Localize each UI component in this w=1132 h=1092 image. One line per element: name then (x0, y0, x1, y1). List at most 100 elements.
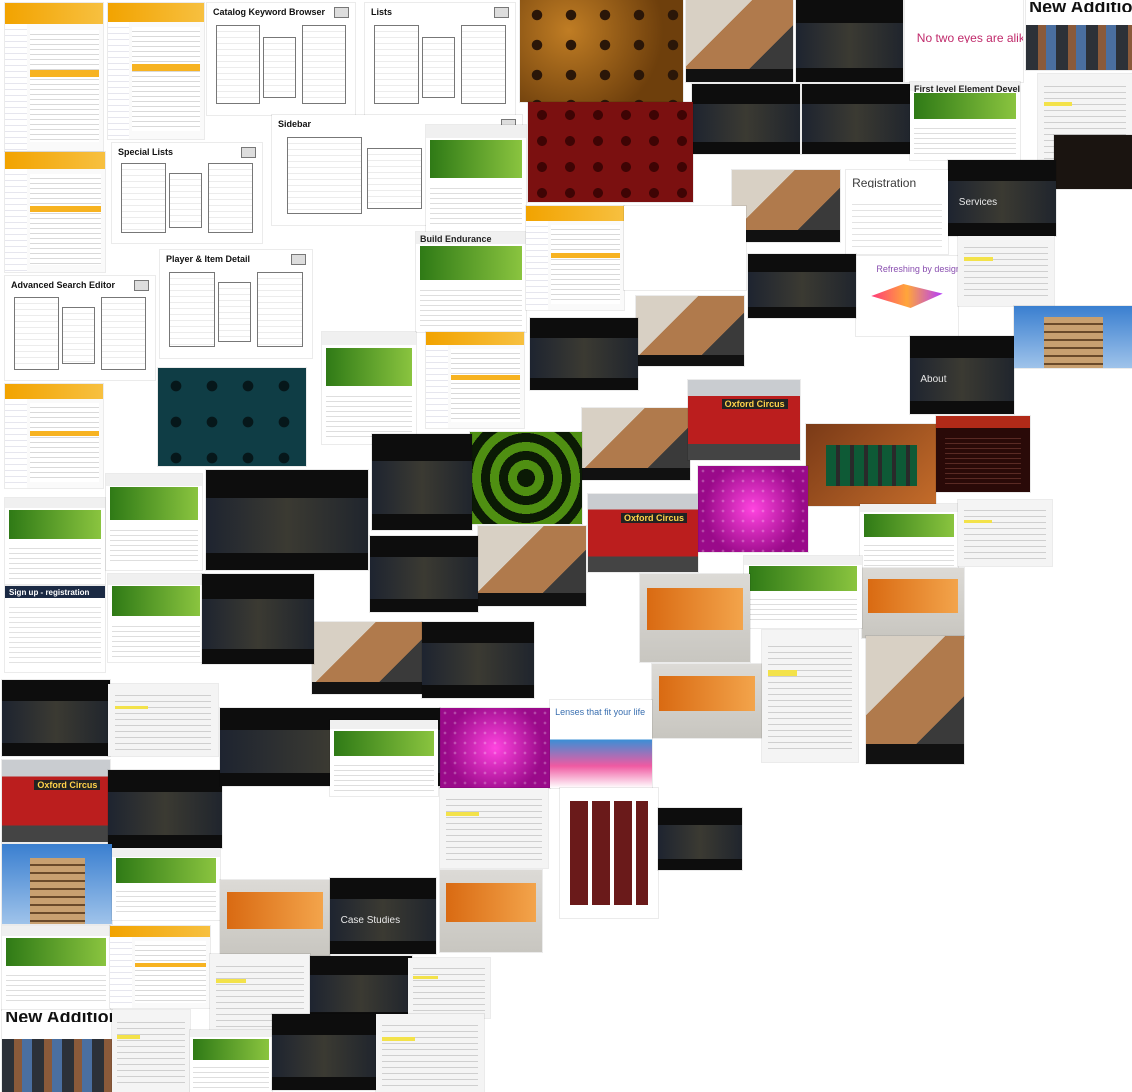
site-tile[interactable] (2, 926, 110, 1010)
site-tile[interactable] (5, 498, 105, 584)
list-tile[interactable] (376, 1014, 484, 1092)
list-tile[interactable] (762, 630, 858, 762)
doc-tile[interactable] (5, 384, 103, 488)
list-tile[interactable] (112, 1010, 190, 1092)
dragonfly-tile[interactable]: Refreshing by design (856, 256, 958, 336)
dark-site-tile[interactable]: Services (948, 160, 1056, 236)
wireframe-tile[interactable]: Special Lists (112, 143, 262, 243)
hl-block (382, 1037, 415, 1042)
photo-tile[interactable] (2, 844, 112, 924)
dark-site-tile[interactable]: About (910, 336, 1014, 414)
site-tile[interactable] (426, 125, 526, 235)
rows-block (30, 173, 101, 265)
strip-block (312, 682, 422, 694)
lines-block (748, 594, 858, 624)
registration-tile[interactable]: Registration (846, 170, 948, 254)
dark-site-tile[interactable] (796, 0, 903, 82)
photo-tile[interactable] (732, 170, 840, 242)
dark-site-tile[interactable] (206, 470, 368, 570)
bar-block (30, 206, 101, 212)
box-block (263, 36, 296, 99)
grey-site-tile[interactable] (440, 870, 542, 952)
pattern-tile[interactable] (158, 368, 306, 466)
photo-tile[interactable] (312, 622, 422, 694)
dark-site-tile[interactable] (936, 416, 1030, 492)
dark-site-tile[interactable] (692, 84, 800, 154)
grey-site-tile[interactable] (640, 574, 750, 662)
bus-tile[interactable]: Oxford Circus (588, 494, 698, 572)
photo-tile[interactable] (1014, 306, 1132, 368)
panel-block (658, 675, 756, 712)
hero-block (863, 513, 955, 537)
wireframe-tile[interactable]: Catalog Keyword Browser (207, 3, 355, 115)
rows-block (132, 27, 201, 131)
site-tile[interactable] (744, 556, 862, 628)
dark-site-tile[interactable] (202, 574, 314, 664)
pattern-tile[interactable] (528, 102, 693, 202)
site-tile[interactable]: Build Endurance (416, 232, 526, 332)
lines-block (767, 640, 853, 752)
dark-site-tile[interactable] (370, 536, 478, 612)
site-tile[interactable] (106, 474, 202, 570)
site-tile[interactable] (330, 720, 438, 796)
pattern-tile[interactable] (698, 466, 808, 552)
grey-site-tile[interactable] (220, 880, 330, 956)
dark-site-tile[interactable] (422, 622, 534, 698)
list-tile[interactable] (958, 500, 1052, 566)
dark-site-tile[interactable] (1054, 135, 1132, 189)
dark-site-tile[interactable] (530, 318, 638, 390)
signup-tile[interactable]: Sign up - registration (5, 586, 105, 672)
grey-site-tile[interactable] (862, 568, 964, 638)
bus-tile[interactable]: Oxford Circus (688, 380, 800, 460)
wireframe-tile[interactable]: Player & Item Detail (160, 250, 312, 358)
site-tile[interactable] (112, 848, 220, 920)
site-tile[interactable] (322, 332, 416, 444)
photo-tile[interactable] (806, 424, 936, 506)
additions-tile[interactable]: New Additions (1026, 0, 1132, 70)
panel-block (446, 883, 536, 923)
dark-site-tile[interactable] (748, 254, 856, 318)
box-block (287, 137, 362, 214)
tile-caption: Oxford Circus (621, 512, 688, 523)
dark-site-tile[interactable] (658, 808, 742, 870)
photo-tile[interactable] (582, 408, 690, 480)
doc-tile[interactable] (108, 3, 204, 139)
wireframe-tile[interactable]: Advanced Search Editor (5, 276, 155, 380)
site-tile[interactable] (108, 574, 204, 662)
wireframe-tile[interactable]: Lists (365, 3, 515, 115)
portrait-tile[interactable] (624, 206, 746, 290)
dark-site-tile[interactable] (2, 680, 110, 756)
list-tile[interactable] (108, 684, 218, 756)
doc-tile[interactable] (110, 926, 210, 1008)
photo-tile[interactable] (866, 636, 964, 764)
doc-tile[interactable] (5, 152, 105, 272)
pattern-tile[interactable] (520, 0, 683, 102)
bus-tile[interactable]: Oxford Circus (2, 760, 110, 842)
photo-tile[interactable] (686, 0, 793, 82)
dark-site-tile[interactable]: Case Studies (330, 878, 436, 954)
list-tile[interactable] (440, 788, 548, 868)
doc-tile[interactable] (5, 3, 103, 151)
pattern-tile[interactable] (470, 432, 582, 524)
strip-block (582, 468, 690, 480)
doc-tile[interactable] (426, 332, 524, 428)
dark-site-tile[interactable] (372, 434, 472, 530)
dark-site-tile[interactable] (802, 84, 910, 154)
site-tile[interactable] (860, 504, 958, 572)
city-tile[interactable]: Lenses that fit your life (550, 700, 652, 788)
pattern-tile[interactable] (560, 788, 658, 918)
site-tile[interactable] (190, 1030, 272, 1092)
list-tile[interactable] (958, 236, 1054, 306)
dark-site-tile[interactable] (272, 1014, 376, 1090)
list-tile[interactable] (408, 958, 490, 1018)
grey-site-tile[interactable] (652, 664, 762, 738)
additions-tile[interactable]: New Additions (2, 1010, 112, 1092)
doc-tile[interactable] (526, 206, 624, 310)
top-block (936, 416, 1030, 429)
photo-tile[interactable] (478, 526, 586, 606)
photo-tile[interactable] (636, 296, 744, 366)
ad-tile[interactable]: No two eyes are alike (905, 0, 1023, 82)
pattern-tile[interactable] (440, 708, 550, 788)
site-tile[interactable]: First level Element Development (910, 82, 1020, 160)
dark-site-tile[interactable] (108, 770, 222, 848)
